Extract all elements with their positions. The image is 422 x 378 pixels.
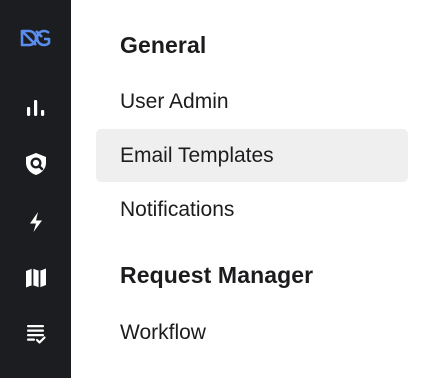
menu-item-label: User Admin [120,89,229,113]
settings-menu: General User Admin Email Templates Notif… [71,0,422,378]
security-shield-icon[interactable] [0,144,71,184]
lightning-icon[interactable] [0,202,71,242]
menu-item-label: Notifications [120,197,235,221]
menu-item-workflow[interactable]: Workflow [96,306,408,359]
dg-logo-icon[interactable] [0,18,71,58]
map-icon[interactable] [0,258,71,298]
checklist-icon[interactable] [0,314,71,354]
menu-item-notifications[interactable]: Notifications [96,183,408,236]
menu-item-label: Email Templates [120,143,274,167]
menu-item-email-templates[interactable]: Email Templates [96,129,408,182]
menu-item-user-admin[interactable]: User Admin [96,75,408,128]
section-title-general: General [120,32,207,58]
menu-item-label: Workflow [120,320,206,344]
icon-rail [0,0,71,378]
analytics-icon[interactable] [0,88,71,128]
section-title-request-manager: Request Manager [120,262,314,288]
